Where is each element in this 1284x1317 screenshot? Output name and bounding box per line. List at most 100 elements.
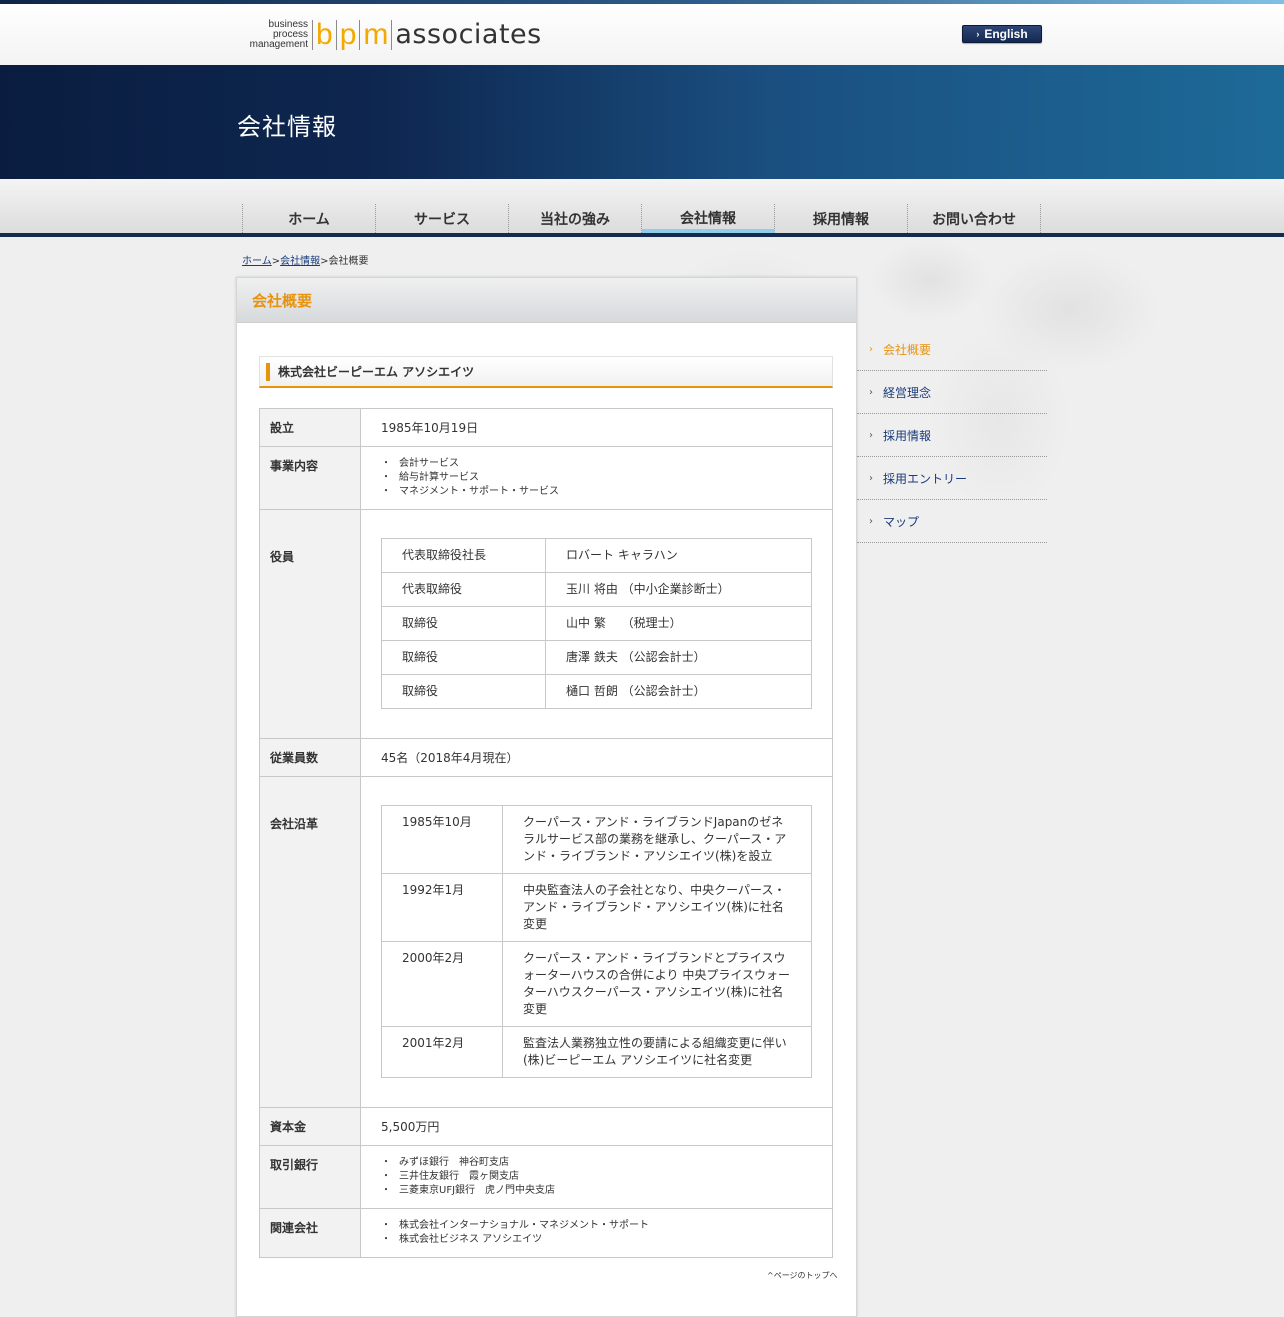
row-label: 役員: [259, 509, 361, 739]
logo-letter-p: p: [335, 20, 360, 50]
row-label: 設立: [259, 408, 361, 447]
list-item: 株式会社ビジネス アソシエイツ: [381, 1233, 812, 1247]
table-row: 会社沿革 1985年10月 クーパース・アンド・ライブランドJapanのゼネラルサ…: [259, 776, 833, 1108]
nav-item-contact[interactable]: お問い合わせ: [908, 204, 1041, 233]
nav-item-strengths[interactable]: 当社の強み: [509, 204, 642, 233]
officer-name: 玉川 将由 （中小企業診断士）: [545, 572, 812, 607]
page-banner: 会社情報: [0, 65, 1284, 179]
breadcrumb-home-link[interactable]: ホーム: [242, 256, 272, 267]
table-row: 代表取締役 玉川 将由 （中小企業診断士）: [381, 572, 812, 607]
table-row: 2000年2月 クーパース・アンド・ライブランドとプライスウォーターハウスの合併に…: [381, 941, 812, 1027]
logo-tagline-line2: management: [249, 39, 308, 50]
side-item-label: 採用情報: [883, 428, 932, 443]
table-row: 事業内容 会計サービス 給与計算サービス マネジメント・サポート・サービス: [259, 446, 833, 510]
officers-table: 代表取締役社長 ロバート キャラハン 代表取締役 玉川 将由 （中小企業診断士） 取…: [381, 538, 812, 709]
affiliates-list: 株式会社インターナショナル・マネジメント・サポート 株式会社ビジネス アソシエイ…: [381, 1219, 812, 1247]
officers-cell: 代表取締役社長 ロバート キャラハン 代表取締役 玉川 将由 （中小企業診断士） 取…: [360, 509, 833, 739]
history-cell: 1985年10月 クーパース・アンド・ライブランドJapanのゼネラルサービス部の…: [360, 776, 833, 1108]
business-list-cell: 会計サービス 給与計算サービス マネジメント・サポート・サービス: [360, 446, 833, 510]
history-date: 1992年1月: [381, 873, 503, 942]
table-row: 従業員数 45名（2018年4月現在）: [259, 738, 833, 777]
side-item-philosophy[interactable]: › 経営理念: [857, 371, 1047, 414]
officer-name: ロバート キャラハン: [545, 538, 812, 573]
side-item-label: 採用エントリー: [883, 471, 968, 486]
main-content: 会社概要 株式会社ビーピーエム アソシエイツ 設立 1985年10月19日 事業…: [236, 277, 857, 1317]
nav-item-recruit[interactable]: 採用情報: [775, 204, 908, 233]
table-row: 1985年10月 クーパース・アンド・ライブランドJapanのゼネラルサービス部の…: [381, 805, 812, 874]
nav-item-company[interactable]: 会社情報: [642, 204, 775, 233]
history-date: 2001年2月: [381, 1026, 503, 1078]
table-row: 2001年2月 監査法人業務独立性の要請による組織変更に伴い(株)ビーピーエム ア…: [381, 1026, 812, 1078]
logo-wordmark: b p m associates: [312, 20, 542, 50]
officer-title: 取締役: [381, 640, 546, 675]
banks-list-cell: みずほ銀行 神谷町支店 三井住友銀行 霞ヶ関支店 三菱東京UFJ銀行 虎ノ門中央…: [360, 1145, 833, 1209]
founded-value: 1985年10月19日: [360, 408, 833, 447]
logo-letter-b: b: [312, 20, 336, 50]
side-item-recruit[interactable]: › 採用情報: [857, 414, 1047, 457]
side-item-entry[interactable]: › 採用エントリー: [857, 457, 1047, 500]
breadcrumb: ホーム>会社情報>会社概要: [242, 252, 368, 267]
breadcrumb-company-link[interactable]: 会社情報: [280, 256, 320, 267]
chevron-right-icon: ›: [976, 29, 980, 39]
business-list: 会計サービス 給与計算サービス マネジメント・サポート・サービス: [381, 457, 812, 499]
officer-title: 取締役: [381, 606, 546, 641]
page-title: 会社情報: [237, 113, 337, 141]
company-name: 株式会社ビーピーエム アソシエイツ: [278, 365, 475, 379]
history-table: 1985年10月 クーパース・アンド・ライブランドJapanのゼネラルサービス部の…: [381, 805, 812, 1078]
officer-name: 樋口 哲朗 （公認会計士）: [545, 674, 812, 709]
officer-title: 代表取締役: [381, 572, 546, 607]
table-row: 1992年1月 中央監査法人の子会社となり、中央クーパース・アンド・ライブランド・…: [381, 873, 812, 942]
banks-list: みずほ銀行 神谷町支店 三井住友銀行 霞ヶ関支店 三菱東京UFJ銀行 虎ノ門中央…: [381, 1156, 812, 1198]
list-item: マネジメント・サポート・サービス: [381, 485, 812, 499]
english-button[interactable]: › English: [962, 25, 1042, 43]
history-text: 監査法人業務独立性の要請による組織変更に伴い(株)ビーピーエム アソシエイツに社…: [502, 1026, 812, 1078]
chevron-right-icon: ›: [869, 429, 873, 441]
table-row: 取締役 樋口 哲朗 （公認会計士）: [381, 674, 812, 709]
global-nav: ホーム サービス 当社の強み 会社情報 採用情報 お問い合わせ: [242, 204, 1041, 233]
nav-item-home[interactable]: ホーム: [243, 204, 376, 233]
table-row: 設立 1985年10月19日: [259, 408, 833, 447]
chevron-right-icon: ›: [869, 343, 873, 355]
list-item: 三菱東京UFJ銀行 虎ノ門中央支店: [381, 1184, 812, 1198]
nav-item-services[interactable]: サービス: [376, 204, 509, 233]
english-button-label: English: [984, 27, 1028, 41]
officer-name: 山中 繁 （税理士）: [545, 606, 812, 641]
breadcrumb-current: 会社概要: [328, 256, 369, 267]
list-item: 会計サービス: [381, 457, 812, 471]
company-name-heading: 株式会社ビーピーエム アソシエイツ: [259, 356, 833, 388]
side-item-label: 会社概要: [883, 342, 932, 357]
table-row: 関連会社 株式会社インターナショナル・マネジメント・サポート 株式会社ビジネス …: [259, 1208, 833, 1258]
list-item: 三井住友銀行 霞ヶ関支店: [381, 1170, 812, 1184]
breadcrumb-separator: >: [271, 256, 281, 267]
section-header: 会社概要: [237, 278, 856, 323]
logo-letter-m: m: [359, 20, 391, 50]
table-row: 取締役 山中 繁 （税理士）: [381, 606, 812, 641]
list-item: 株式会社インターナショナル・マネジメント・サポート: [381, 1219, 812, 1233]
site-logo[interactable]: business process management b p m associ…: [236, 18, 542, 52]
table-row: 代表取締役社長 ロバート キャラハン: [381, 538, 812, 573]
history-date: 1985年10月: [381, 805, 503, 874]
history-date: 2000年2月: [381, 941, 503, 1027]
global-nav-bar: ホーム サービス 当社の強み 会社情報 採用情報 お問い合わせ: [0, 179, 1284, 237]
table-row: 取締役 唐澤 鉄夫 （公認会計士）: [381, 640, 812, 675]
logo-tagline-line1: business process: [268, 19, 308, 40]
row-label: 資本金: [259, 1107, 361, 1146]
side-item-map[interactable]: › マップ: [857, 500, 1047, 543]
heading-accent-bar: [266, 362, 270, 381]
side-item-label: マップ: [883, 514, 920, 529]
side-item-overview[interactable]: › 会社概要: [857, 328, 1047, 371]
page-top-link[interactable]: ^ページのトップへ: [767, 1270, 838, 1281]
table-row: 役員 代表取締役社長 ロバート キャラハン 代表取締役 玉川 将由 （中小企業診断士…: [259, 509, 833, 739]
history-text: 中央監査法人の子会社となり、中央クーパース・アンド・ライブランド・アソシエイツ(…: [502, 873, 812, 942]
officer-title: 取締役: [381, 674, 546, 709]
chevron-right-icon: ›: [869, 515, 873, 527]
logo-associates: associates: [391, 20, 541, 50]
row-label: 事業内容: [259, 446, 361, 510]
capital-value: 5,500万円: [360, 1107, 833, 1146]
chevron-right-icon: ›: [869, 472, 873, 484]
row-label: 会社沿革: [259, 776, 361, 1108]
history-text: クーパース・アンド・ライブランドJapanのゼネラルサービス部の業務を継承し、ク…: [502, 805, 812, 874]
section-title: 会社概要: [252, 291, 313, 310]
history-text: クーパース・アンド・ライブランドとプライスウォーターハウスの合併により 中央プラ…: [502, 941, 812, 1027]
side-item-label: 経営理念: [883, 385, 932, 400]
